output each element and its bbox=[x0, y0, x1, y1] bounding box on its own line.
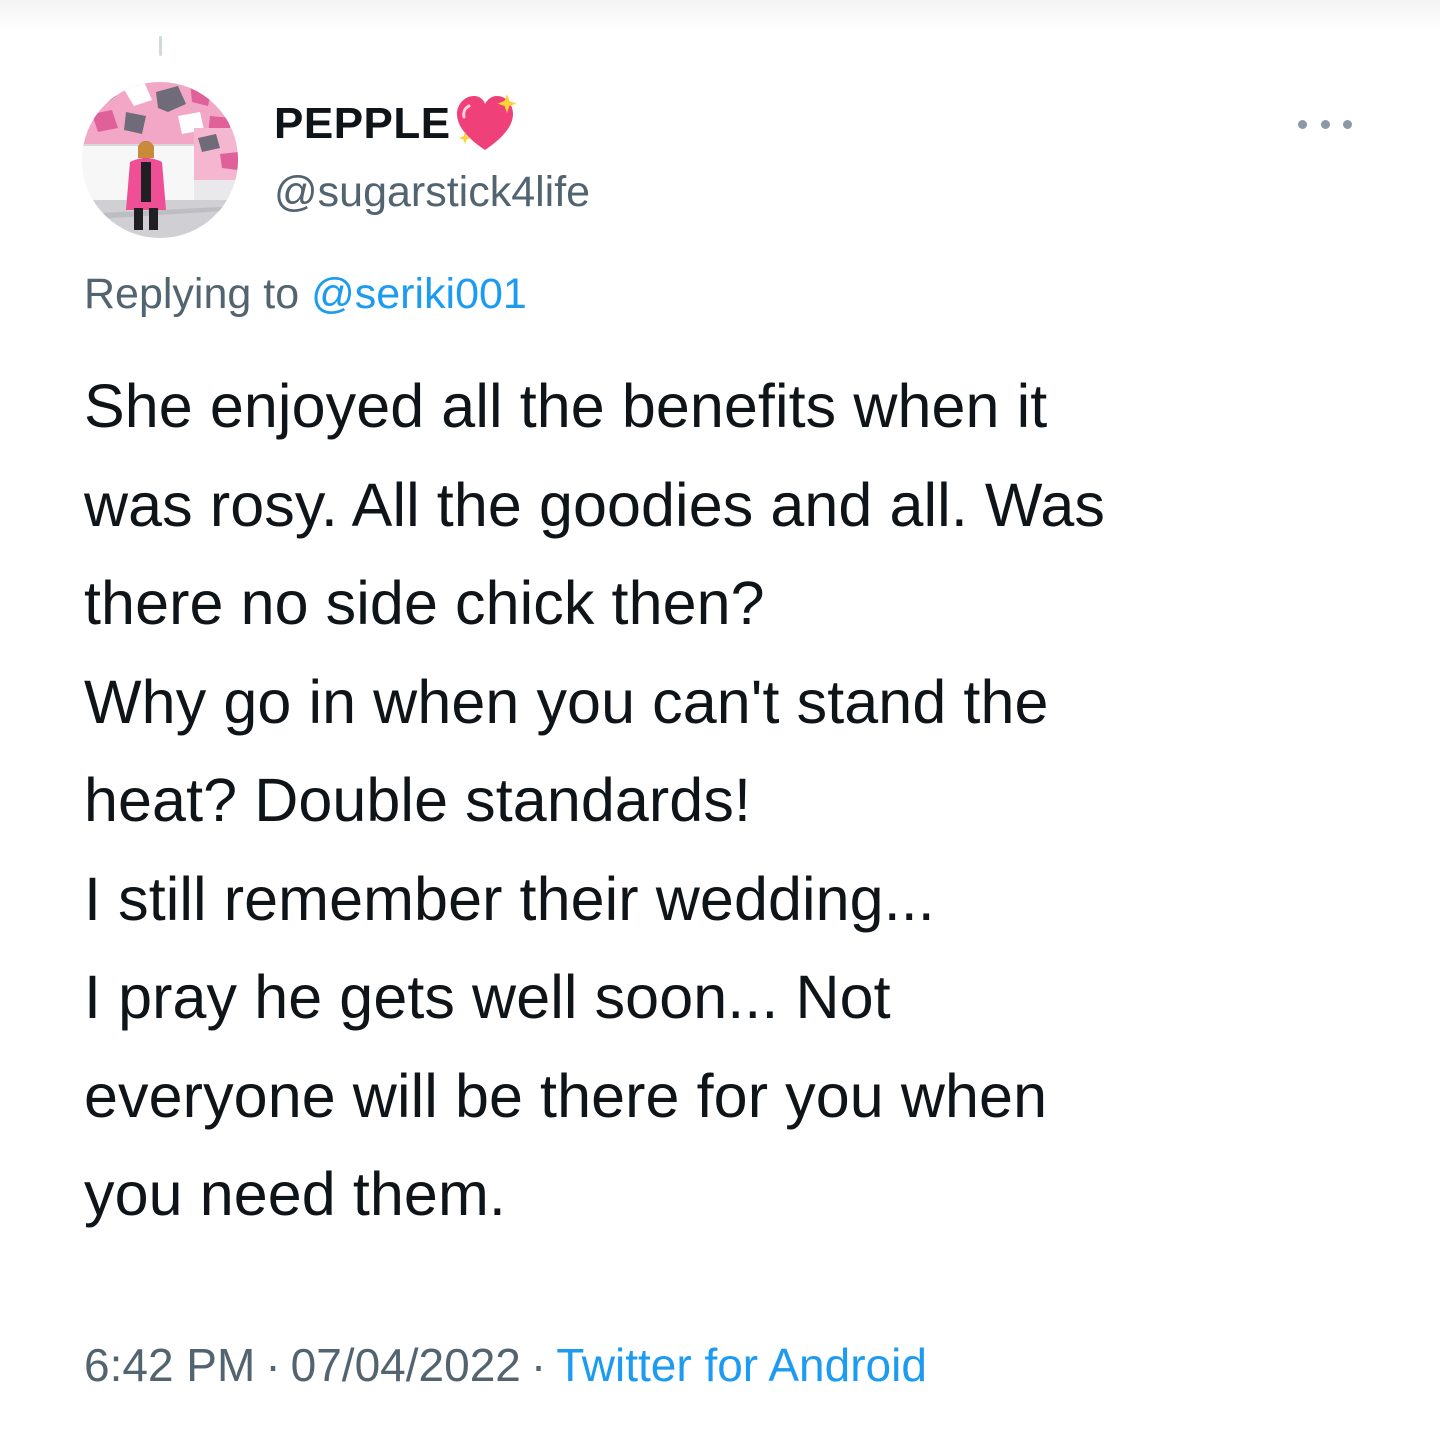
meta-separator: · bbox=[265, 1339, 281, 1391]
display-name[interactable]: PEPPLE bbox=[274, 99, 451, 149]
avatar-photo bbox=[82, 82, 238, 238]
more-dot-icon bbox=[1320, 119, 1330, 129]
more-options-button[interactable] bbox=[1290, 106, 1360, 142]
replying-to: Replying to @seriki001 bbox=[84, 270, 527, 319]
top-fade bbox=[0, 0, 1440, 30]
author-name-row: PEPPLE bbox=[274, 92, 521, 156]
tweet-meta: 6:42 PM · 07/04/2022 · Twitter for Android bbox=[84, 1338, 927, 1392]
tweet-text-line: Why go in when you can't stand the bbox=[84, 667, 1049, 736]
thread-connector-line bbox=[159, 36, 162, 56]
more-dot-icon bbox=[1343, 119, 1352, 129]
tweet-text-line: I pray he gets well soon... Not bbox=[84, 963, 891, 1031]
avatar[interactable] bbox=[82, 82, 238, 238]
tweet-text-line: She enjoyed all the benefits when it bbox=[84, 372, 1048, 440]
tweet-text-line: everyone will be there for you when bbox=[84, 1061, 1048, 1130]
tweet-text-line: I still remember their wedding... bbox=[84, 864, 935, 933]
replying-to-label: Replying to bbox=[84, 270, 300, 318]
sparkling-heart-icon bbox=[456, 94, 517, 150]
tweet-text-line: was rosy. All the goodies and all. Was bbox=[84, 470, 1105, 539]
more-dot-icon bbox=[1298, 119, 1307, 129]
tweet-text: She enjoyed all the benefits when it was… bbox=[84, 357, 1374, 1244]
tweet-text-line: there no side chick then? bbox=[84, 569, 765, 637]
replying-to-mention[interactable]: @seriki001 bbox=[311, 270, 527, 318]
tweet-source-link[interactable]: Twitter for Android bbox=[556, 1339, 927, 1391]
tweet-text-line: you need them. bbox=[84, 1160, 506, 1228]
tweet-text-line: heat? Double standards! bbox=[84, 766, 751, 834]
tweet-date[interactable]: 07/04/2022 bbox=[291, 1339, 521, 1391]
author-handle[interactable]: @sugarstick4life bbox=[274, 168, 590, 217]
tweet-time[interactable]: 6:42 PM bbox=[84, 1339, 255, 1391]
meta-separator: · bbox=[530, 1339, 547, 1391]
